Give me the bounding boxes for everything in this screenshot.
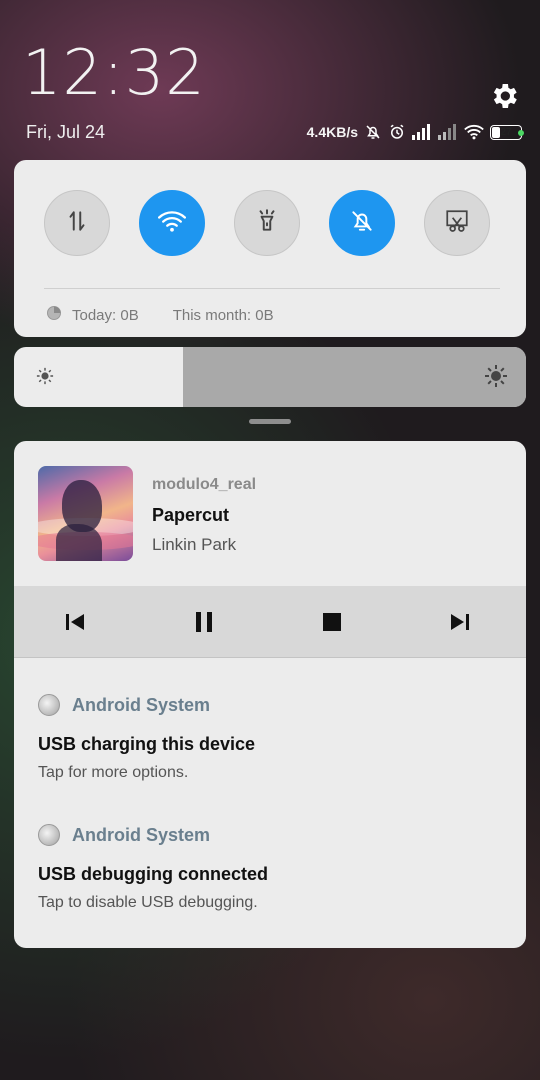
notification-title: USB charging this device (38, 734, 256, 754)
notification-text: Tap for more options. (38, 764, 189, 781)
bell-off-icon (349, 208, 375, 239)
wifi-icon (464, 124, 484, 140)
stop-icon[interactable] (318, 608, 346, 636)
data-usage[interactable]: Today: 0B This month: 0B (46, 305, 274, 325)
mute-icon (364, 123, 382, 141)
usage-today: Today: 0B (72, 306, 139, 324)
silent-toggle[interactable] (329, 190, 395, 256)
media-title: Papercut (152, 505, 230, 525)
divider (44, 288, 500, 289)
settings-icon[interactable] (488, 80, 520, 112)
data-usage-icon (46, 305, 62, 325)
flashlight-icon (254, 208, 280, 239)
battery-level: 27 (500, 126, 512, 138)
quick-settings-panel: Today: 0B This month: 0B (14, 160, 526, 337)
pause-icon[interactable] (190, 608, 218, 636)
status-icons: 4.4KB/s 27 (306, 122, 524, 142)
flashlight-toggle[interactable] (234, 190, 300, 256)
quick-toggles (44, 190, 490, 256)
data-arrows-icon (64, 208, 90, 239)
signal-2-icon (438, 124, 458, 140)
signal-icon (412, 124, 432, 140)
screenshot-scissors-icon (444, 208, 470, 239)
notification-text: Tap to disable USB debugging. (38, 894, 258, 911)
clock[interactable]: 12:32 (22, 42, 206, 104)
media-artist: Linkin Park (152, 535, 237, 554)
notification-app: Android System (38, 694, 210, 716)
notification-app-name: Android System (72, 694, 211, 715)
drag-handle[interactable] (249, 419, 291, 424)
notifications-panel: modulo4_real Papercut Linkin Park Androi… (14, 441, 526, 948)
wifi-icon (158, 209, 186, 238)
brightness-slider[interactable] (14, 347, 526, 407)
data-toggle[interactable] (44, 190, 110, 256)
alarm-icon (388, 123, 406, 141)
previous-icon[interactable] (61, 608, 89, 636)
battery-icon: 27 (490, 124, 524, 140)
status-header: 12:32 Fri, Jul 24 4.4KB/s 27 (0, 0, 540, 160)
android-system-icon (38, 694, 60, 716)
android-system-icon (38, 824, 60, 846)
notification-app-name: Android System (72, 824, 211, 845)
usage-month: This month: 0B (172, 306, 274, 324)
album-art (38, 466, 133, 561)
next-icon[interactable] (446, 608, 474, 636)
brightness-high-icon (484, 364, 508, 393)
media-app-name: modulo4_real (152, 476, 257, 493)
network-speed: 4.4KB/s (306, 124, 358, 140)
brightness-low-icon (36, 367, 54, 390)
media-controls (14, 586, 526, 658)
date[interactable]: Fri, Jul 24 (26, 122, 105, 143)
brightness-track[interactable] (182, 347, 526, 407)
screenshot-toggle[interactable] (424, 190, 490, 256)
notification-app: Android System (38, 824, 210, 846)
wifi-toggle[interactable] (139, 190, 205, 256)
charging-dot (518, 129, 524, 136)
media-notification[interactable]: modulo4_real Papercut Linkin Park (14, 441, 526, 586)
notification-title: USB debugging connected (38, 864, 269, 884)
